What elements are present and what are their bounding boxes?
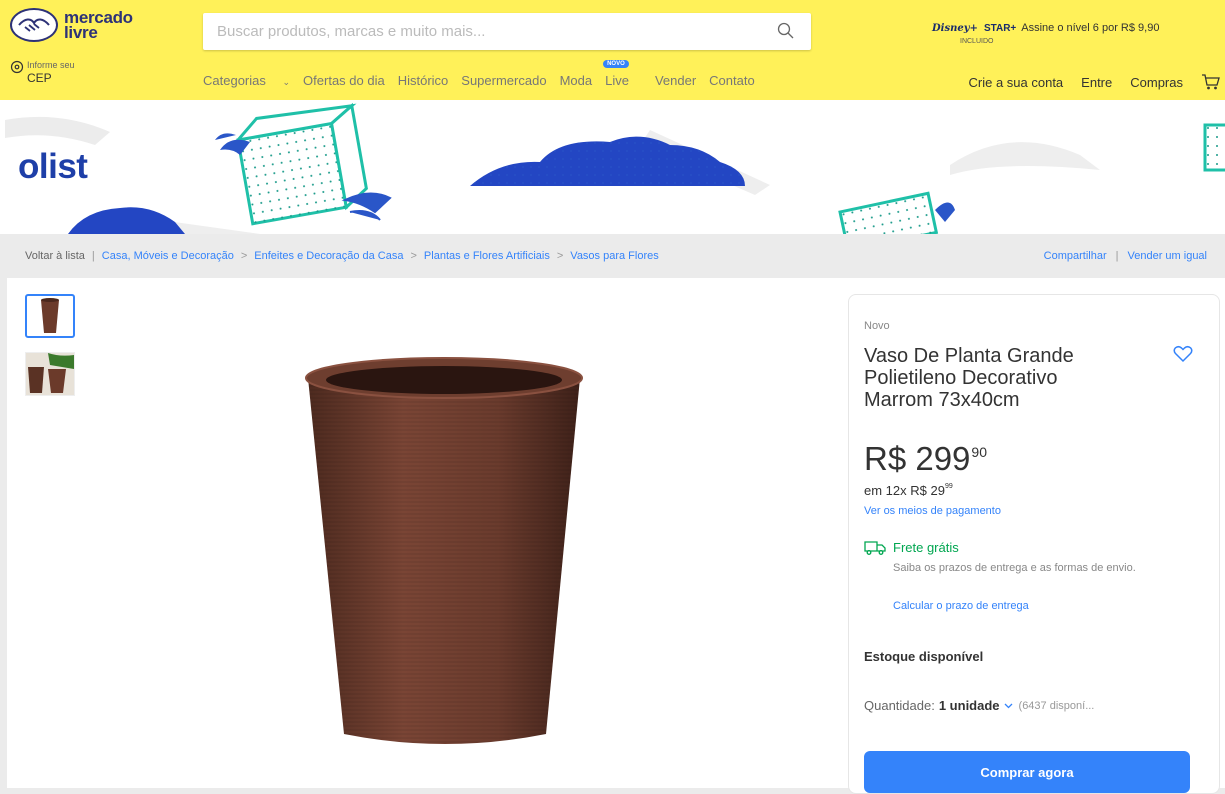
nav-ofertas[interactable]: Ofertas do dia — [303, 73, 385, 88]
calculate-delivery-link[interactable]: Calcular o prazo de entrega — [893, 600, 1029, 612]
quantity-selector[interactable]: Quantidade: 1 unidade (6437 disponí... — [864, 698, 1094, 713]
login-link[interactable]: Entre — [1081, 75, 1112, 90]
logo-text-livre: livre — [64, 25, 133, 40]
account-nav: Crie a sua conta Entre Compras — [969, 73, 1225, 91]
cep-selector[interactable]: Informe seu CEP — [10, 60, 75, 85]
thumbnail-1[interactable] — [25, 294, 75, 338]
breadcrumb: Voltar à lista | Casa, Móveis e Decoraçã… — [25, 250, 659, 262]
banner-illustration — [0, 100, 1225, 234]
nav-historico[interactable]: Histórico — [398, 73, 449, 88]
search-bar — [203, 13, 811, 50]
location-pin-icon — [10, 60, 24, 76]
cart-icon[interactable] — [1201, 73, 1221, 91]
purchases-link[interactable]: Compras — [1130, 75, 1183, 90]
search-input[interactable] — [203, 13, 763, 50]
stock-status: Estoque disponível — [864, 649, 983, 664]
mercado-livre-logo[interactable]: mercado livre — [10, 8, 133, 42]
new-badge: NOVO — [603, 60, 629, 68]
installments: em 12x R$ 2999 — [864, 483, 953, 498]
chevron-right-icon: > — [410, 250, 416, 262]
promo-pack-note: INCLUIDO — [960, 38, 993, 45]
breadcrumb-divider: | — [92, 250, 95, 262]
sell-same-link[interactable]: Vender um igual — [1128, 250, 1208, 262]
breadcrumb-bar: Voltar à lista | Casa, Móveis e Decoraçã… — [0, 234, 1225, 278]
chevron-down-icon — [1004, 703, 1013, 709]
star-plus-logo: STAR+ — [984, 23, 1016, 34]
quantity-label: Quantidade: — [864, 698, 935, 713]
pot-thumbnail-image — [27, 296, 73, 336]
handshake-icon — [10, 8, 58, 42]
chevron-down-icon: ⌄ — [283, 77, 291, 87]
payment-methods-link[interactable]: Ver os meios de pagamento — [864, 505, 1001, 517]
nav-categorias[interactable]: Categorias ⌄ — [203, 73, 290, 88]
search-icon[interactable] — [777, 22, 795, 40]
product-main-image[interactable] — [300, 356, 590, 761]
chevron-right-icon: > — [557, 250, 563, 262]
nav-supermercado[interactable]: Supermercado — [461, 73, 546, 88]
nav-live[interactable]: NOVOLive — [605, 73, 642, 88]
promo-offer-text: Assine o nível 6 por R$ 9,90 — [1021, 22, 1159, 34]
nav-contato[interactable]: Contato — [709, 73, 755, 88]
back-to-list-link[interactable]: Voltar à lista — [25, 250, 85, 262]
breadcrumb-item[interactable]: Enfeites e Decoração da Casa — [254, 250, 403, 262]
store-banner: olist — [0, 100, 1225, 234]
nav-vender[interactable]: Vender — [655, 73, 696, 88]
share-link[interactable]: Compartilhar — [1044, 250, 1107, 262]
share-divider: | — [1116, 250, 1119, 262]
product-title: Vaso De Planta Grande Polietileno Decora… — [864, 345, 1124, 411]
product-condition: Novo — [864, 320, 890, 332]
pot-lifestyle-thumbnail-image — [26, 353, 74, 395]
quantity-available: (6437 disponí... — [1019, 700, 1095, 712]
olist-brand[interactable]: olist — [18, 147, 87, 187]
shipping-description: Saiba os prazos de entrega e as formas d… — [893, 561, 1168, 576]
main-nav: Categorias ⌄ Ofertas do dia Histórico Su… — [203, 73, 768, 88]
breadcrumb-item[interactable]: Vasos para Flores — [570, 250, 658, 262]
buy-now-button[interactable]: Comprar agora — [864, 751, 1190, 793]
product-area: Novo Vaso De Planta Grande Polietileno D… — [7, 278, 1225, 788]
chevron-right-icon: > — [241, 250, 247, 262]
free-shipping: Frete grátis — [864, 540, 959, 555]
breadcrumb-item[interactable]: Casa, Móveis e Decoração — [102, 250, 234, 262]
installment-cents: 99 — [945, 483, 953, 490]
price-cents: 90 — [971, 444, 987, 460]
cep-value: CEP — [27, 71, 75, 85]
create-account-link[interactable]: Crie a sua conta — [969, 75, 1064, 90]
purchase-panel: Novo Vaso De Planta Grande Polietileno D… — [848, 294, 1220, 794]
breadcrumb-item[interactable]: Plantas e Flores Artificiais — [424, 250, 550, 262]
cep-label: Informe seu — [27, 60, 75, 70]
truck-icon — [864, 541, 886, 555]
disney-plus-logo: Disney+ — [932, 23, 978, 34]
disney-star-promo[interactable]: Disney+ STAR+ INCLUIDO Assine o nível 6 … — [932, 22, 1159, 34]
nav-moda[interactable]: Moda — [560, 73, 593, 88]
share-links: Compartilhar | Vender um igual — [1044, 250, 1207, 262]
heart-icon[interactable] — [1173, 345, 1193, 363]
quantity-value: 1 unidade — [939, 698, 1000, 713]
product-price: R$ 29990 — [864, 440, 987, 478]
thumbnail-2[interactable] — [25, 352, 75, 396]
header: mercado livre Disney+ STAR+ INCLUIDO Ass… — [0, 0, 1225, 100]
